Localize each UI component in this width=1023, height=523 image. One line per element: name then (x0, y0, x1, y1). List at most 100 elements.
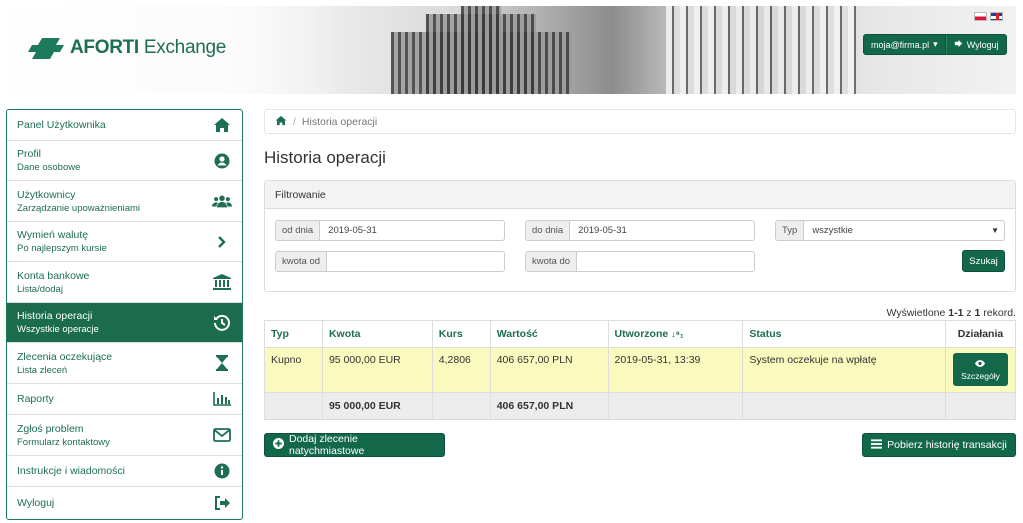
sidebar-item-profile[interactable]: Profil Dane osobowe (7, 141, 242, 181)
date-from-input[interactable]: 2019-05-31 (320, 221, 504, 240)
sidebar-item-label: Panel Użytkownika (17, 119, 106, 131)
sort-desc-icon: ↓⁹₁ (671, 329, 684, 339)
logout-button[interactable]: Wyloguj (945, 34, 1007, 55)
user-circle-icon (212, 151, 232, 171)
summary-empty (607, 392, 744, 420)
hourglass-icon (212, 353, 232, 373)
column-header-status[interactable]: Status (742, 320, 946, 348)
chevron-right-icon (212, 232, 232, 252)
date-to-input[interactable]: 2019-05-31 (570, 221, 754, 240)
home-icon[interactable] (275, 115, 287, 129)
breadcrumb: / Historia operacji (264, 109, 1016, 134)
user-email-dropdown[interactable]: moja@firma.pl ▾ (863, 34, 946, 55)
date-to-label: do dnia (526, 221, 571, 240)
summary-empty (742, 392, 946, 420)
amount-from-label: kwota od (276, 252, 328, 271)
column-header-wartosc[interactable]: Wartość (489, 320, 609, 348)
sidebar-item-bank-accounts[interactable]: Konta bankowe Lista/dodaj (7, 262, 242, 303)
type-select[interactable]: Typ wszystkie ▼ (775, 220, 1005, 241)
plus-circle-icon (273, 438, 284, 452)
page-title: Historia operacji (264, 148, 386, 167)
info-icon (212, 461, 232, 481)
polish-flag-icon[interactable] (974, 12, 987, 21)
cell-typ: Kupno (264, 347, 323, 393)
sidebar-item-sublabel: Po najlepszym kursie (17, 243, 107, 254)
building-graphic (461, 6, 501, 94)
cell-utworzone: 2019-05-31, 13:39 (607, 347, 744, 393)
filter-panel: Filtrowanie od dnia 2019-05-31 do dnia 2… (264, 180, 1016, 292)
users-icon (212, 191, 232, 211)
amount-from-field[interactable]: kwota od (275, 251, 505, 272)
sign-out-icon (212, 493, 232, 513)
history-table: Typ Kwota Kurs Wartość Utworzone ↓⁹₁ Sta… (264, 320, 1017, 420)
sidebar-item-label: Zlecenia oczekujące (17, 350, 113, 363)
eye-icon (975, 359, 986, 369)
bank-icon (212, 272, 232, 292)
table-row[interactable]: Kupno 95 000,00 EUR 4,2806 406 657,00 PL… (264, 347, 1017, 393)
sidebar-item-sublabel: Wszystkie operacje (17, 324, 99, 335)
english-flag-icon[interactable] (990, 12, 1003, 21)
breadcrumb-current: Historia operacji (301, 115, 378, 128)
download-history-label: Pobierz historię transakcji (887, 439, 1007, 451)
sidebar-item-history[interactable]: Historia operacji Wszystkie operacje (7, 303, 242, 343)
logo[interactable]: AFORTI Exchange (27, 36, 227, 60)
table-header-row: Typ Kwota Kurs Wartość Utworzone ↓⁹₁ Sta… (264, 320, 1017, 348)
sidebar-item-sublabel: Lista zleceń (17, 364, 68, 376)
summary-empty (264, 392, 323, 420)
details-button[interactable]: Szczegóły (952, 353, 1008, 386)
cell-kwota: 95 000,00 EUR (321, 347, 433, 393)
cell-wartosc: 406 657,00 PLN (489, 347, 609, 393)
column-header-utworzone[interactable]: Utworzone ↓⁹₁ (607, 320, 744, 348)
filter-heading: Filtrowanie (265, 181, 1015, 209)
details-label: Szczegóły (961, 370, 1000, 381)
sidebar-item-label: Raporty (17, 393, 54, 405)
column-header-typ[interactable]: Typ (264, 320, 323, 348)
type-select-value[interactable]: wszystkie (804, 221, 991, 240)
sidebar-item-label: Historia operacji (17, 310, 93, 322)
summary-wartosc: 406 657,00 PLN (489, 392, 609, 420)
sidebar-item-report-problem[interactable]: Zgłoś problem Formularz kontaktowy (7, 415, 242, 456)
sidebar-item-instructions[interactable]: Instrukcje i wiadomości (7, 456, 242, 487)
amount-to-input[interactable] (577, 252, 754, 271)
date-to-field[interactable]: do dnia 2019-05-31 (525, 220, 755, 241)
sign-out-icon (954, 39, 963, 50)
sidebar-item-exchange[interactable]: Wymień walutę Po najlepszym kursie (7, 222, 242, 262)
list-icon (871, 438, 883, 452)
download-history-button[interactable]: Pobierz historię transakcji (862, 433, 1016, 457)
column-header-kurs[interactable]: Kurs (431, 320, 491, 348)
column-header-kwota[interactable]: Kwota (321, 320, 433, 348)
search-button[interactable]: Szukaj (962, 250, 1005, 272)
sidebar-item-sublabel: Formularz kontaktowy (17, 436, 110, 448)
records-count: Wyświetlone 1-1 z 1 rekord. (886, 307, 1017, 319)
type-label: Typ (776, 221, 805, 240)
amount-to-label: kwota do (526, 252, 578, 271)
sidebar-item-logout[interactable]: Wyloguj (7, 487, 242, 518)
sidebar-item-sublabel: Lista/dodaj (17, 283, 63, 295)
sidebar-item-reports[interactable]: Raporty (7, 384, 242, 415)
summary-empty (944, 392, 1017, 420)
amount-from-input[interactable] (327, 252, 504, 271)
sidebar-item-panel[interactable]: Panel Użytkownika (7, 110, 242, 141)
add-order-button[interactable]: Dodaj zlecenie natychmiastowe (264, 433, 445, 457)
sidebar: Panel Użytkownika Profil Dane osobowe Uży… (6, 109, 243, 520)
logout-label: Wyloguj (966, 39, 999, 50)
sidebar-item-label: Zgłoś problem (17, 422, 84, 435)
sidebar-item-sublabel: Zarządzanie upoważnieniami (17, 202, 141, 214)
cell-actions: Szczegóły (944, 347, 1017, 393)
sidebar-item-pending-orders[interactable]: Zlecenia oczekujące Lista zleceń (7, 343, 242, 384)
caret-down-icon: ▼ (991, 226, 999, 235)
amount-to-field[interactable]: kwota do (525, 251, 755, 272)
sidebar-item-users[interactable]: Użytkownicy Zarządzanie upoważnieniami (7, 181, 242, 222)
envelope-icon (212, 425, 232, 445)
sidebar-item-label: Wymień walutę (17, 229, 89, 241)
add-order-label: Dodaj zlecenie natychmiastowe (289, 433, 365, 457)
date-from-field[interactable]: od dnia 2019-05-31 (275, 220, 505, 241)
logo-text: AFORTI Exchange (70, 37, 227, 58)
column-header-actions: Działania (944, 320, 1017, 348)
summary-empty (431, 392, 491, 420)
history-icon (212, 313, 232, 333)
logo-mark-icon (27, 36, 65, 60)
breadcrumb-separator: / (293, 115, 296, 128)
summary-kwota: 95 000,00 EUR (321, 392, 433, 420)
user-menu: moja@firma.pl ▾ Wyloguj (863, 34, 1007, 55)
